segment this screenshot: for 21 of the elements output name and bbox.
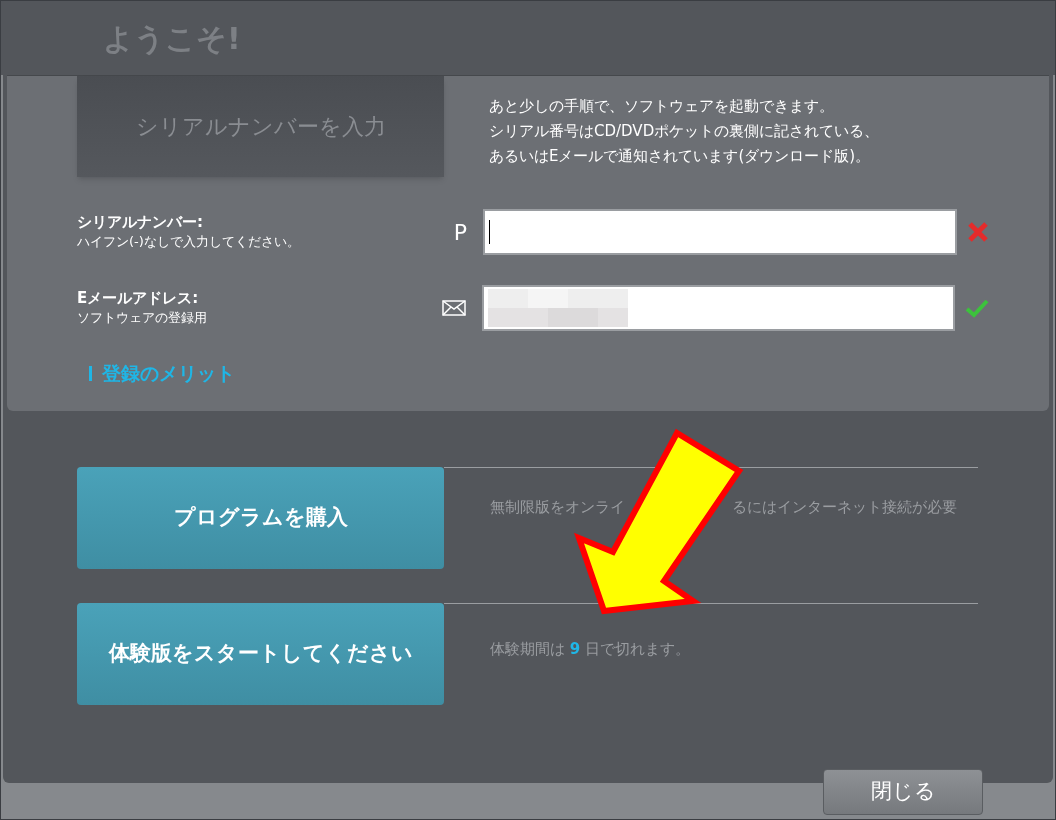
mail-icon [442,300,467,316]
field-label: Eメールアドレス: [77,288,200,308]
note-text: 無制限版をオンライ [490,498,625,516]
intro-text: あるいはEメールで通知されています(ダウンロード版)。 [489,146,872,167]
input-field[interactable] [482,285,955,331]
action-button[interactable]: 体験版をスタートしてください [77,603,444,705]
intro-text: シリアル番号はCD/DVDポケットの裏側に記されている、 [489,121,880,142]
field-label: シリアルナンバー: [77,212,204,232]
field-hint: ハイフン(-)なしで入力してください。 [77,233,301,251]
field-hint: ソフトウェアの登録用 [77,309,208,327]
text-cursor [489,220,491,244]
input-field[interactable] [483,209,957,255]
trial-text: 体験期間は 9 日で切れます。 [490,639,690,660]
note-text: るにはインターネット接続が必要 [732,497,957,518]
benefits-link[interactable]: 登録のメリット [102,359,235,388]
prefix-label: P [453,218,468,247]
tab[interactable]: シリアルナンバーを入力 [77,76,444,177]
action-button[interactable]: プログラムを購入 [77,467,444,569]
link-marker [89,365,92,381]
close-button[interactable]: 閉じる [823,769,983,815]
intro-text: あと少しの手順で、ソフトウェアを起動できます。 [489,96,835,117]
